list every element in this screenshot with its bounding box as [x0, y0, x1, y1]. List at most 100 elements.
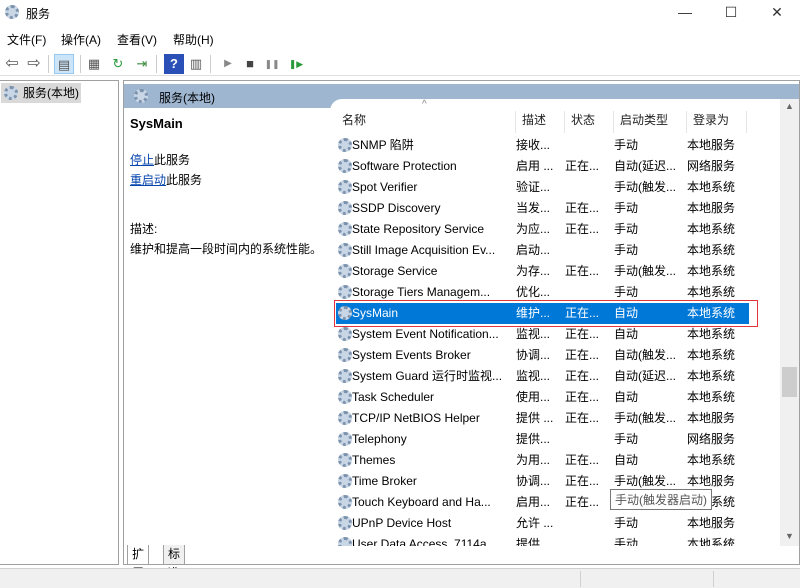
toolbar: ⇦ ⇨ ▤ ▦ ↻ ⇥ ? ▥ ▶ ■ ❚❚ ❚▶: [0, 52, 800, 76]
service-startup-type: 手动(触发...: [614, 264, 676, 278]
service-status: 正在...: [565, 348, 600, 362]
service-gear-icon: [338, 537, 352, 546]
tab-extended[interactable]: 扩展: [127, 545, 150, 580]
service-gear-icon: [338, 201, 352, 215]
service-status: 正在...: [565, 201, 600, 215]
menu-view[interactable]: 查看(V): [117, 31, 157, 48]
service-row[interactable]: User Data Access_7114a... 提供... 手动 本地系统: [336, 534, 749, 546]
service-description: 使用...: [516, 390, 551, 404]
service-row[interactable]: Telephony 提供... 手动 网络服务: [336, 429, 749, 450]
service-row[interactable]: Storage Service 为存... 正在... 手动(触发... 本地系统: [336, 261, 749, 282]
column-header-status[interactable]: 状态: [565, 111, 614, 133]
minimize-button[interactable]: —: [662, 0, 708, 26]
service-startup-type: 手动: [614, 243, 639, 257]
service-description: 允许 ...: [516, 516, 554, 530]
tab-standard[interactable]: 标准: [163, 545, 186, 580]
services-app-icon: [5, 5, 19, 19]
service-name: Software Protection: [352, 159, 457, 173]
service-gear-icon: [338, 222, 352, 236]
stop-suffix: 此服务: [154, 153, 191, 167]
description-pane: SysMain 停止此服务 重启动此服务 描述: 维护和提高一段时间内的系统性能…: [124, 109, 330, 549]
service-row[interactable]: Themes 为用... 正在... 自动 本地系统: [336, 450, 749, 471]
service-name: Themes: [352, 453, 396, 467]
service-status: 正在...: [565, 474, 600, 488]
service-row[interactable]: State Repository Service 为应... 正在... 手动 本地系统: [336, 219, 749, 240]
scroll-up-icon[interactable]: ▲: [785, 101, 794, 111]
back-icon[interactable]: ⇦: [2, 54, 22, 74]
selected-service-name: SysMain: [130, 116, 183, 131]
vertical-scrollbar[interactable]: ▲ ▼: [780, 99, 799, 546]
service-status: 正在...: [565, 390, 600, 404]
restart-service-icon[interactable]: ❚▶: [286, 54, 306, 74]
service-row[interactable]: Still Image Acquisition Ev... 启动... 手动 本地系统: [336, 240, 749, 261]
service-row[interactable]: SSDP Discovery 当发... 正在... 手动 本地服务: [336, 198, 749, 219]
show-action-pane-icon[interactable]: ▥: [186, 54, 206, 74]
service-description: 为存...: [516, 264, 551, 278]
service-startup-type: 手动: [614, 432, 639, 446]
service-status: 正在...: [565, 495, 600, 509]
service-row[interactable]: Spot Verifier 验证... 手动(触发... 本地系统: [336, 177, 749, 198]
service-row[interactable]: Task Scheduler 使用... 正在... 自动 本地系统: [336, 387, 749, 408]
pause-service-icon[interactable]: ❚❚: [262, 54, 282, 74]
service-logon-as: 网络服务: [687, 159, 736, 173]
service-description: 提供...: [516, 432, 551, 446]
scroll-down-icon[interactable]: ▼: [785, 531, 794, 541]
help-icon[interactable]: ?: [164, 54, 184, 74]
service-startup-type: 手动: [614, 516, 639, 530]
show-hide-console-tree-icon[interactable]: ▤: [54, 54, 74, 74]
stop-service-icon[interactable]: ■: [240, 54, 260, 74]
services-icon: [134, 89, 148, 103]
refresh-icon[interactable]: ↻: [108, 54, 128, 74]
service-row[interactable]: TCP/IP NetBIOS Helper 提供 ... 正在... 手动(触发...…: [336, 408, 749, 429]
service-gear-icon: [338, 474, 352, 488]
service-startup-type: 手动: [614, 222, 639, 236]
service-startup-type: 手动: [614, 201, 639, 215]
service-startup-type: 手动(触发...: [614, 180, 676, 194]
menu-file[interactable]: 文件(F): [7, 31, 46, 48]
service-startup-type: 自动(延迟...: [614, 159, 676, 173]
service-name: User Data Access_7114a...: [352, 537, 497, 546]
service-status: 正在...: [565, 369, 600, 383]
service-name: Storage Service: [352, 264, 438, 278]
restart-service-link[interactable]: 重启动: [130, 173, 166, 187]
scrollbar-thumb[interactable]: [782, 367, 797, 397]
service-gear-icon: [338, 453, 352, 467]
service-row[interactable]: SNMP 陷阱 接收... 手动 本地服务: [336, 135, 749, 156]
service-description: 启用...: [516, 495, 551, 509]
highlight-box: [334, 300, 758, 327]
maximize-button[interactable]: ☐: [708, 0, 754, 26]
service-name: Spot Verifier: [352, 180, 418, 194]
service-row[interactable]: System Events Broker 协调... 正在... 自动(触发... 本地…: [336, 345, 749, 366]
service-row[interactable]: System Guard 运行时监视... 监视... 正在... 自动(延迟... 本…: [336, 366, 749, 387]
menu-action[interactable]: 操作(A): [61, 31, 101, 48]
service-logon-as: 本地服务: [687, 138, 736, 152]
column-header-logon-as[interactable]: 登录为: [687, 111, 747, 133]
service-name: State Repository Service: [352, 222, 485, 236]
service-description: 启用 ...: [516, 159, 554, 173]
service-name: Touch Keyboard and Ha...: [352, 495, 491, 509]
tree-item-services-local[interactable]: 服务(本地): [1, 83, 81, 103]
service-startup-type: 手动: [614, 138, 639, 152]
tooltip: 手动(触发器启动): [610, 489, 712, 510]
properties-icon[interactable]: ▦: [84, 54, 104, 74]
service-row[interactable]: UPnP Device Host 允许 ... 手动 本地服务: [336, 513, 749, 534]
service-logon-as: 本地系统: [687, 369, 736, 383]
close-button[interactable]: ✕: [754, 0, 800, 26]
service-startup-type: 自动: [614, 453, 639, 467]
forward-icon[interactable]: ⇨: [24, 54, 44, 74]
column-header-name[interactable]: 名称: [336, 111, 516, 133]
column-header-startup-type[interactable]: 启动类型: [614, 111, 687, 133]
service-startup-type: 手动: [614, 537, 639, 546]
service-row[interactable]: Software Protection 启用 ... 正在... 自动(延迟... 网络…: [336, 156, 749, 177]
export-list-icon[interactable]: ⇥: [132, 54, 152, 74]
stop-service-link[interactable]: 停止: [130, 153, 154, 167]
column-header-description[interactable]: 描述: [516, 111, 565, 133]
service-startup-type: 自动: [614, 390, 639, 404]
start-service-icon[interactable]: ▶: [218, 54, 238, 74]
service-description: 监视...: [516, 327, 551, 341]
service-logon-as: 网络服务: [687, 432, 736, 446]
service-row[interactable]: System Event Notification... 监视... 正在... 自动…: [336, 324, 749, 345]
service-gear-icon: [338, 495, 352, 509]
menu-help[interactable]: 帮助(H): [173, 31, 214, 48]
service-description: 为应...: [516, 222, 551, 236]
